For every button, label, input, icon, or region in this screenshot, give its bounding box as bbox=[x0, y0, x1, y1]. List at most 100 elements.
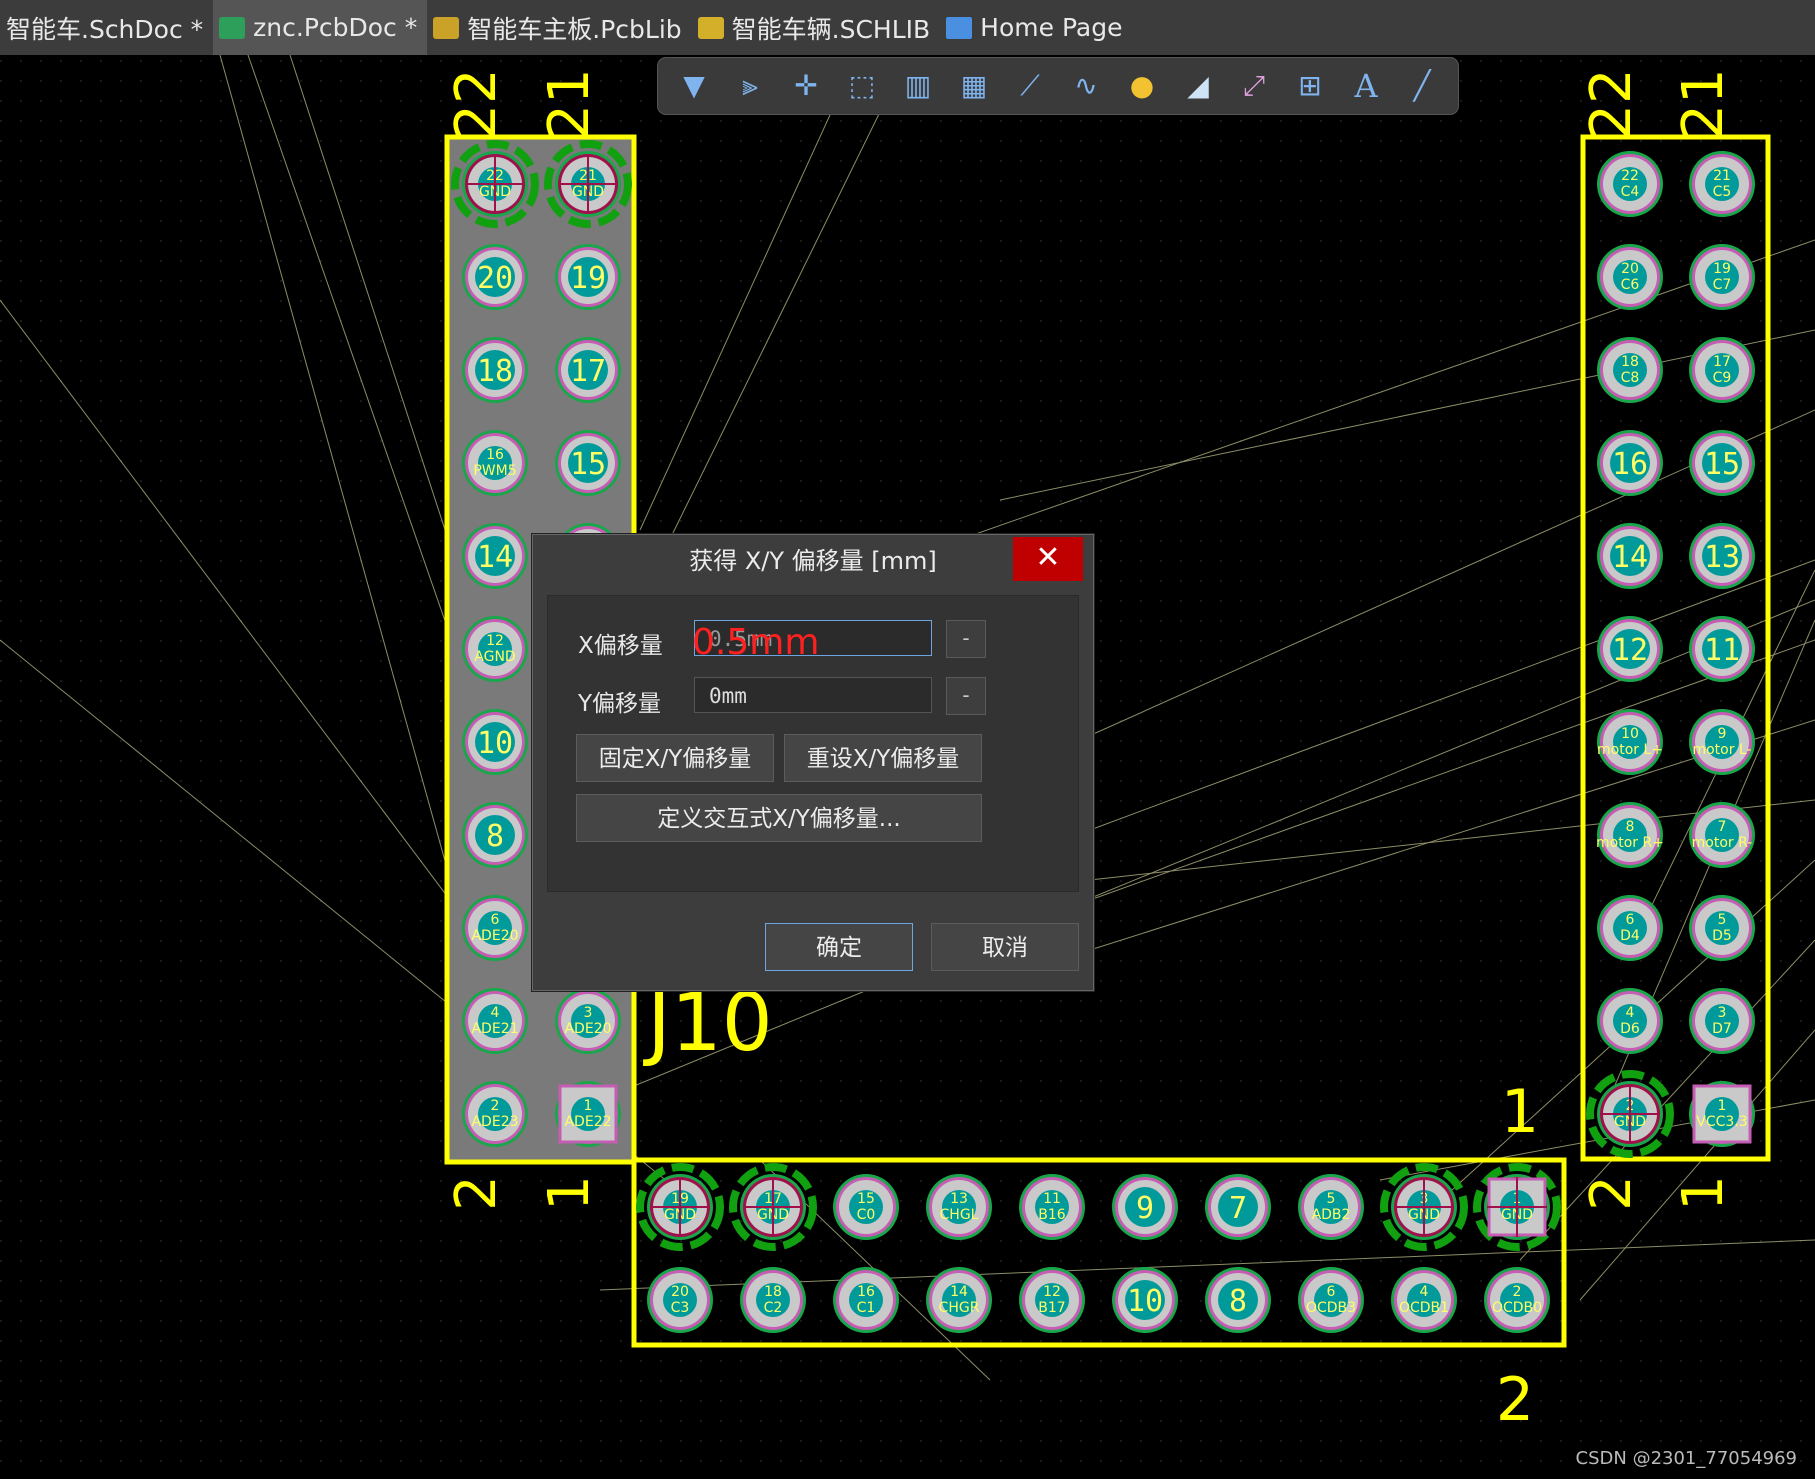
y-offset-value: 0mm bbox=[709, 684, 747, 708]
tab-1[interactable]: znc.PcbDoc * bbox=[213, 0, 428, 55]
pad-8[interactable]: 8 bbox=[462, 802, 528, 868]
pad-number: 7 bbox=[1718, 819, 1727, 835]
pad-12[interactable]: 12AGND bbox=[462, 616, 528, 682]
pad-11[interactable]: 11B16 bbox=[1019, 1174, 1085, 1240]
pad-19[interactable]: 19GND bbox=[636, 1163, 724, 1251]
pad-number: 6 bbox=[491, 912, 500, 928]
pad-19[interactable]: 19C7 bbox=[1689, 244, 1755, 310]
pad-10[interactable]: 10 bbox=[462, 709, 528, 775]
pad-number: 2 bbox=[1513, 1284, 1522, 1300]
pad-7[interactable]: 7 bbox=[1205, 1174, 1271, 1240]
pad-net-name: C5 bbox=[1713, 184, 1732, 200]
pad-15[interactable]: 15 bbox=[555, 430, 621, 496]
pad-12[interactable]: 12B17 bbox=[1019, 1267, 1085, 1333]
close-button[interactable]: ✕ bbox=[1013, 537, 1083, 581]
pad-3[interactable]: 3D7 bbox=[1689, 988, 1755, 1054]
pad-21[interactable]: 21GND bbox=[544, 140, 632, 228]
pad-20[interactable]: 20C6 bbox=[1597, 244, 1663, 310]
pad-2[interactable]: 2GND bbox=[1586, 1070, 1674, 1158]
pad-1[interactable]: 1VCC3.3 bbox=[1689, 1081, 1755, 1147]
pad-6[interactable]: 6D4 bbox=[1597, 895, 1663, 961]
cancel-button[interactable]: 取消 bbox=[931, 923, 1079, 971]
pad-net-name: B16 bbox=[1038, 1207, 1066, 1223]
length-tune-icon[interactable]: ∿ bbox=[1066, 68, 1106, 104]
pad-15[interactable]: 15 bbox=[1689, 430, 1755, 496]
fix-xy-offset-button[interactable]: 固定X/Y偏移量 bbox=[576, 734, 774, 782]
text-icon[interactable]: A bbox=[1346, 68, 1386, 104]
multi-route-icon[interactable]: ⟋ bbox=[1010, 68, 1050, 104]
pad-number: 20 bbox=[671, 1284, 689, 1300]
pad-10[interactable]: 10 bbox=[1112, 1267, 1178, 1333]
pad-11[interactable]: 11 bbox=[1689, 616, 1755, 682]
pad-17[interactable]: 17GND bbox=[729, 1163, 817, 1251]
dimension-icon[interactable]: ⊞ bbox=[1290, 68, 1330, 104]
y-offset-pick-button[interactable]: - bbox=[946, 677, 986, 715]
pad-4[interactable]: 4OCDB1 bbox=[1391, 1267, 1457, 1333]
y-offset-label: Y偏移量 bbox=[578, 691, 662, 717]
pad-8[interactable]: 8 bbox=[1205, 1267, 1271, 1333]
pad-number: 15 bbox=[1704, 447, 1740, 482]
pad-net-name: ADE20 bbox=[564, 1021, 611, 1037]
pad-4[interactable]: 4ADE21 bbox=[462, 988, 528, 1054]
pad-17[interactable]: 17 bbox=[555, 337, 621, 403]
tab-2[interactable]: 智能车主板.PcbLib bbox=[427, 0, 691, 55]
pad-9[interactable]: 9motor L- bbox=[1689, 709, 1755, 775]
pad-3[interactable]: 3GND bbox=[1380, 1163, 1468, 1251]
pad-5[interactable]: 5ADB2 bbox=[1298, 1174, 1364, 1240]
pad-22[interactable]: 22GND bbox=[451, 140, 539, 228]
diff-pair-icon[interactable]: ⤢ bbox=[1234, 68, 1274, 104]
pad-15[interactable]: 15C0 bbox=[833, 1174, 899, 1240]
tab-4[interactable]: Home Page bbox=[940, 0, 1132, 55]
move-icon[interactable]: ✛ bbox=[786, 68, 826, 104]
pad-2[interactable]: 2OCDB0 bbox=[1484, 1267, 1550, 1333]
pad-13[interactable]: 13CHGL bbox=[926, 1174, 992, 1240]
pad-3[interactable]: 3ADE20 bbox=[555, 988, 621, 1054]
pad-7[interactable]: 7motor R- bbox=[1689, 802, 1755, 868]
pad-13[interactable]: 13 bbox=[1689, 523, 1755, 589]
pad-17[interactable]: 17C9 bbox=[1689, 337, 1755, 403]
pad-6[interactable]: 6ADE20 bbox=[462, 895, 528, 961]
define-interactive-offset-button[interactable]: 定义交互式X/Y偏移量... bbox=[576, 794, 982, 842]
tab-0[interactable]: 智能车.SchDoc * bbox=[0, 0, 213, 55]
pad-number: 18 bbox=[477, 354, 513, 389]
pad-21[interactable]: 21C5 bbox=[1689, 151, 1755, 217]
pad-16[interactable]: 16PWM5 bbox=[462, 430, 528, 496]
pad-18[interactable]: 18C8 bbox=[1597, 337, 1663, 403]
pad-14[interactable]: 14 bbox=[1597, 523, 1663, 589]
pad-6[interactable]: 6OCDB3 bbox=[1298, 1267, 1364, 1333]
reset-xy-offset-button[interactable]: 重设X/Y偏移量 bbox=[784, 734, 982, 782]
align-icon[interactable]: ▥ bbox=[898, 68, 938, 104]
tab-3[interactable]: 智能车辆.SCHLIB bbox=[692, 0, 941, 55]
pad-22[interactable]: 22C4 bbox=[1597, 151, 1663, 217]
component-icon[interactable]: ▦ bbox=[954, 68, 994, 104]
pad-2[interactable]: 2ADE23 bbox=[462, 1081, 528, 1147]
pad-number: 4 bbox=[491, 1005, 500, 1021]
pad-20[interactable]: 20 bbox=[462, 244, 528, 310]
ok-button[interactable]: 确定 bbox=[765, 923, 913, 971]
pad-12[interactable]: 12 bbox=[1597, 616, 1663, 682]
pad-number: 4 bbox=[1626, 1005, 1635, 1021]
pad-20[interactable]: 20C3 bbox=[647, 1267, 713, 1333]
pad-1[interactable]: 1ADE22 bbox=[555, 1081, 621, 1147]
pad-5[interactable]: 5D5 bbox=[1689, 895, 1755, 961]
pad-9[interactable]: 9 bbox=[1112, 1174, 1178, 1240]
via-icon[interactable]: ● bbox=[1122, 68, 1162, 104]
pad-10[interactable]: 10motor L+ bbox=[1597, 709, 1663, 775]
pad-18[interactable]: 18 bbox=[462, 337, 528, 403]
pad-4[interactable]: 4D6 bbox=[1597, 988, 1663, 1054]
pad-1[interactable]: 1GND bbox=[1473, 1163, 1561, 1251]
line-icon[interactable]: ╱ bbox=[1402, 68, 1442, 104]
filter-icon[interactable]: ▼ bbox=[674, 68, 714, 104]
x-offset-pick-button[interactable]: - bbox=[946, 620, 986, 658]
pad-14[interactable]: 14 bbox=[462, 523, 528, 589]
pad-18[interactable]: 18C2 bbox=[740, 1267, 806, 1333]
y-offset-input[interactable]: 0mm bbox=[694, 677, 932, 713]
pad-16[interactable]: 16C1 bbox=[833, 1267, 899, 1333]
pad-net-name: OCDB1 bbox=[1399, 1300, 1449, 1316]
polygon-icon[interactable]: ◢ bbox=[1178, 68, 1218, 104]
pad-16[interactable]: 16 bbox=[1597, 430, 1663, 496]
interactive-route-icon[interactable]: ⫸ bbox=[730, 68, 770, 104]
select-rect-icon[interactable]: ⬚ bbox=[842, 68, 882, 104]
pad-14[interactable]: 14CHGR bbox=[926, 1267, 992, 1333]
pad-19[interactable]: 19 bbox=[555, 244, 621, 310]
